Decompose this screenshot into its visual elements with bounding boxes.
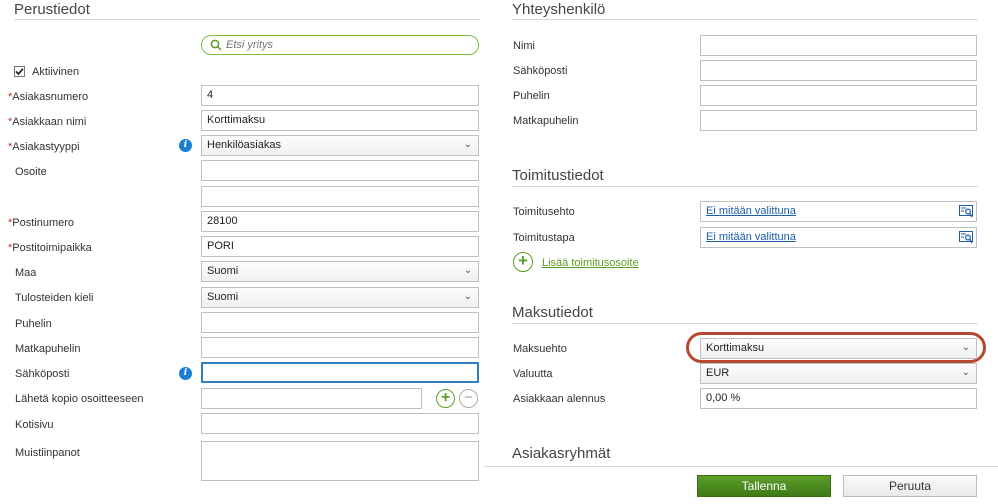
contact-mobile-input[interactable] <box>700 110 977 131</box>
add-delivery-address-link[interactable]: Lisää toimitusosoite <box>542 257 639 269</box>
customer-number-label: *Asiakasnumero <box>8 91 89 103</box>
currency-value: EUR <box>706 367 730 379</box>
customer-name-label: *Asiakkaan nimi <box>8 116 87 128</box>
customer-type-value: Henkilöasiakas <box>207 139 281 151</box>
info-icon[interactable]: i <box>179 367 192 380</box>
currency-select[interactable]: EUR ⌄ <box>700 363 977 384</box>
add-icon[interactable]: + <box>436 389 455 408</box>
mobile-input[interactable] <box>201 337 479 358</box>
customer-type-label: *Asiakastyyppi <box>8 141 80 153</box>
delivery-method-link[interactable]: Ei mitään valittuna <box>706 231 796 243</box>
chevron-down-icon: ⌄ <box>961 342 970 353</box>
lookup-icon[interactable] <box>959 231 973 244</box>
postal-code-label: *Postinumero <box>8 217 75 229</box>
lookup-icon[interactable] <box>959 205 973 218</box>
chevron-down-icon: ⌄ <box>463 265 472 276</box>
copy-to-label: Lähetä kopio osoitteeseen <box>15 393 144 405</box>
delivery-method-label: Toimitustapa <box>513 232 575 244</box>
chevron-down-icon: ⌄ <box>463 291 472 302</box>
contact-email-label: Sähköposti <box>513 65 568 77</box>
homepage-input[interactable] <box>201 413 479 434</box>
customer-discount-input[interactable]: 0,00 % <box>700 388 977 409</box>
contact-name-input[interactable] <box>700 35 977 56</box>
print-language-label: Tulosteiden kieli <box>15 292 94 304</box>
contact-mobile-label: Matkapuhelin <box>513 115 579 127</box>
chevron-down-icon: ⌄ <box>463 139 472 150</box>
basic-info-title: Perustiedot <box>14 1 90 18</box>
delivery-method-field[interactable]: Ei mitään valittuna <box>700 227 977 248</box>
phone-label: Puhelin <box>15 318 52 330</box>
country-select[interactable]: Suomi ⌄ <box>201 261 479 282</box>
delivery-divider <box>512 186 978 187</box>
address-line1-input[interactable] <box>201 160 479 181</box>
contact-divider <box>512 19 978 20</box>
contact-title: Yhteyshenkilö <box>512 1 606 18</box>
delivery-title: Toimitustiedot <box>512 167 604 184</box>
city-input[interactable]: PORI <box>201 236 479 257</box>
cancel-button[interactable]: Peruuta <box>843 475 977 497</box>
payment-terms-value: Korttimaksu <box>706 342 765 354</box>
customer-name-input[interactable]: Korttimaksu <box>201 110 479 131</box>
add-delivery-address-icon[interactable]: + <box>513 252 533 272</box>
address-label: Osoite <box>15 166 47 178</box>
contact-email-input[interactable] <box>700 60 977 81</box>
payment-terms-select[interactable]: Korttimaksu ⌄ <box>700 338 977 359</box>
address-line2-input[interactable] <box>201 186 479 207</box>
customer-type-select[interactable]: Henkilöasiakas ⌄ <box>201 135 479 156</box>
country-label: Maa <box>15 267 37 279</box>
homepage-label: Kotisivu <box>15 419 54 431</box>
mobile-label: Matkapuhelin <box>15 343 81 355</box>
city-label: *Postitoimipaikka <box>8 242 92 254</box>
phone-input[interactable] <box>201 312 479 333</box>
notes-label: Muistiinpanot <box>15 447 80 459</box>
customer-discount-label: Asiakkaan alennus <box>513 393 606 405</box>
save-button[interactable]: Tallenna <box>697 475 831 497</box>
email-label: Sähköposti <box>15 368 70 380</box>
info-icon[interactable]: i <box>179 139 192 152</box>
print-language-select[interactable]: Suomi ⌄ <box>201 287 479 308</box>
active-checkbox[interactable] <box>14 66 25 77</box>
chevron-down-icon: ⌄ <box>961 367 970 378</box>
print-language-value: Suomi <box>207 291 239 303</box>
payment-divider <box>512 323 978 324</box>
contact-name-label: Nimi <box>513 40 535 52</box>
notes-textarea[interactable] <box>201 441 479 481</box>
customer-number-input[interactable]: 4 <box>201 85 479 106</box>
email-input[interactable] <box>201 362 479 383</box>
customer-groups-title: Asiakasryhmät <box>512 445 611 462</box>
search-icon <box>210 39 222 51</box>
copy-to-input[interactable] <box>201 388 422 409</box>
postal-code-input[interactable]: 28100 <box>201 211 479 232</box>
remove-icon[interactable]: − <box>459 389 478 408</box>
contact-phone-label: Puhelin <box>513 90 550 102</box>
delivery-terms-field[interactable]: Ei mitään valittuna <box>700 201 977 222</box>
delivery-terms-label: Toimitusehto <box>513 206 575 218</box>
company-search-input[interactable] <box>226 37 466 52</box>
company-search-box[interactable] <box>201 35 479 55</box>
currency-label: Valuutta <box>513 368 553 380</box>
contact-phone-input[interactable] <box>700 85 977 106</box>
delivery-terms-link[interactable]: Ei mitään valittuna <box>706 205 796 217</box>
payment-terms-label: Maksuehto <box>513 343 567 355</box>
active-label: Aktiivinen <box>32 66 80 78</box>
country-value: Suomi <box>207 265 239 277</box>
basic-info-divider <box>14 19 480 20</box>
payment-title: Maksutiedot <box>512 304 593 321</box>
